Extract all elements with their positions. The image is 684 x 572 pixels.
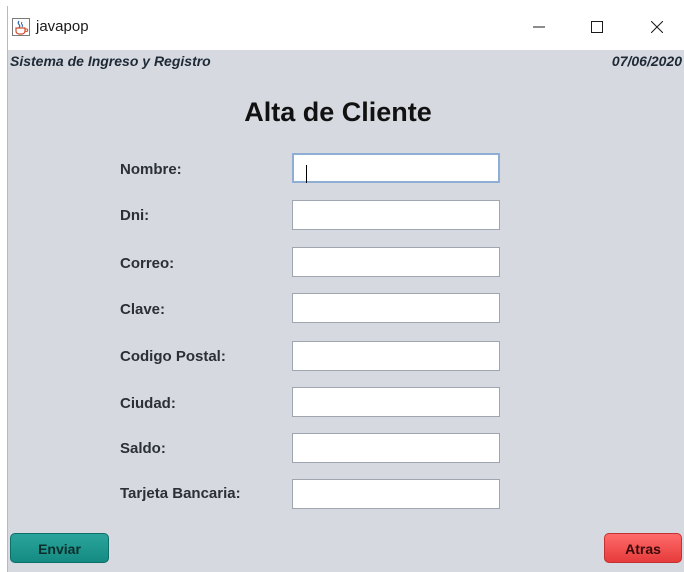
maximize-icon	[591, 21, 603, 33]
label-correo: Correo:	[120, 255, 175, 272]
label-nombre: Nombre:	[120, 161, 182, 178]
app-window: javapop Sistema de Ingreso y Registro 07…	[7, 6, 684, 572]
tarjeta-bancaria-input[interactable]	[292, 479, 500, 509]
clave-input[interactable]	[292, 293, 500, 323]
java-cup-icon	[12, 18, 30, 36]
label-clave: Clave:	[120, 301, 166, 318]
ciudad-input[interactable]	[292, 387, 500, 417]
label-tarjeta-bancaria: Tarjeta Bancaria:	[120, 485, 241, 502]
correo-input[interactable]	[292, 247, 500, 277]
window-title: javapop	[36, 18, 89, 35]
label-codigo-postal: Codigo Postal:	[120, 348, 226, 365]
system-name: Sistema de Ingreso y Registro	[10, 53, 211, 69]
minimize-button[interactable]	[516, 6, 562, 50]
minimize-icon	[533, 26, 545, 28]
form-title: Alta de Cliente	[244, 97, 432, 127]
title-bar[interactable]: javapop	[8, 6, 684, 50]
atras-button[interactable]: Atras	[604, 533, 682, 563]
saldo-input[interactable]	[292, 433, 500, 463]
label-saldo: Saldo:	[120, 440, 166, 457]
nombre-input[interactable]	[292, 153, 500, 183]
label-ciudad: Ciudad:	[120, 395, 176, 412]
current-date: 07/06/2020	[611, 53, 682, 69]
dni-input[interactable]	[292, 200, 500, 230]
label-dni: Dni:	[120, 207, 150, 224]
codigo-postal-input[interactable]	[292, 341, 500, 371]
close-icon	[651, 21, 663, 33]
close-button[interactable]	[634, 6, 680, 50]
enviar-button[interactable]: Enviar	[10, 533, 109, 563]
text-caret	[306, 165, 307, 183]
maximize-button[interactable]	[574, 6, 620, 50]
